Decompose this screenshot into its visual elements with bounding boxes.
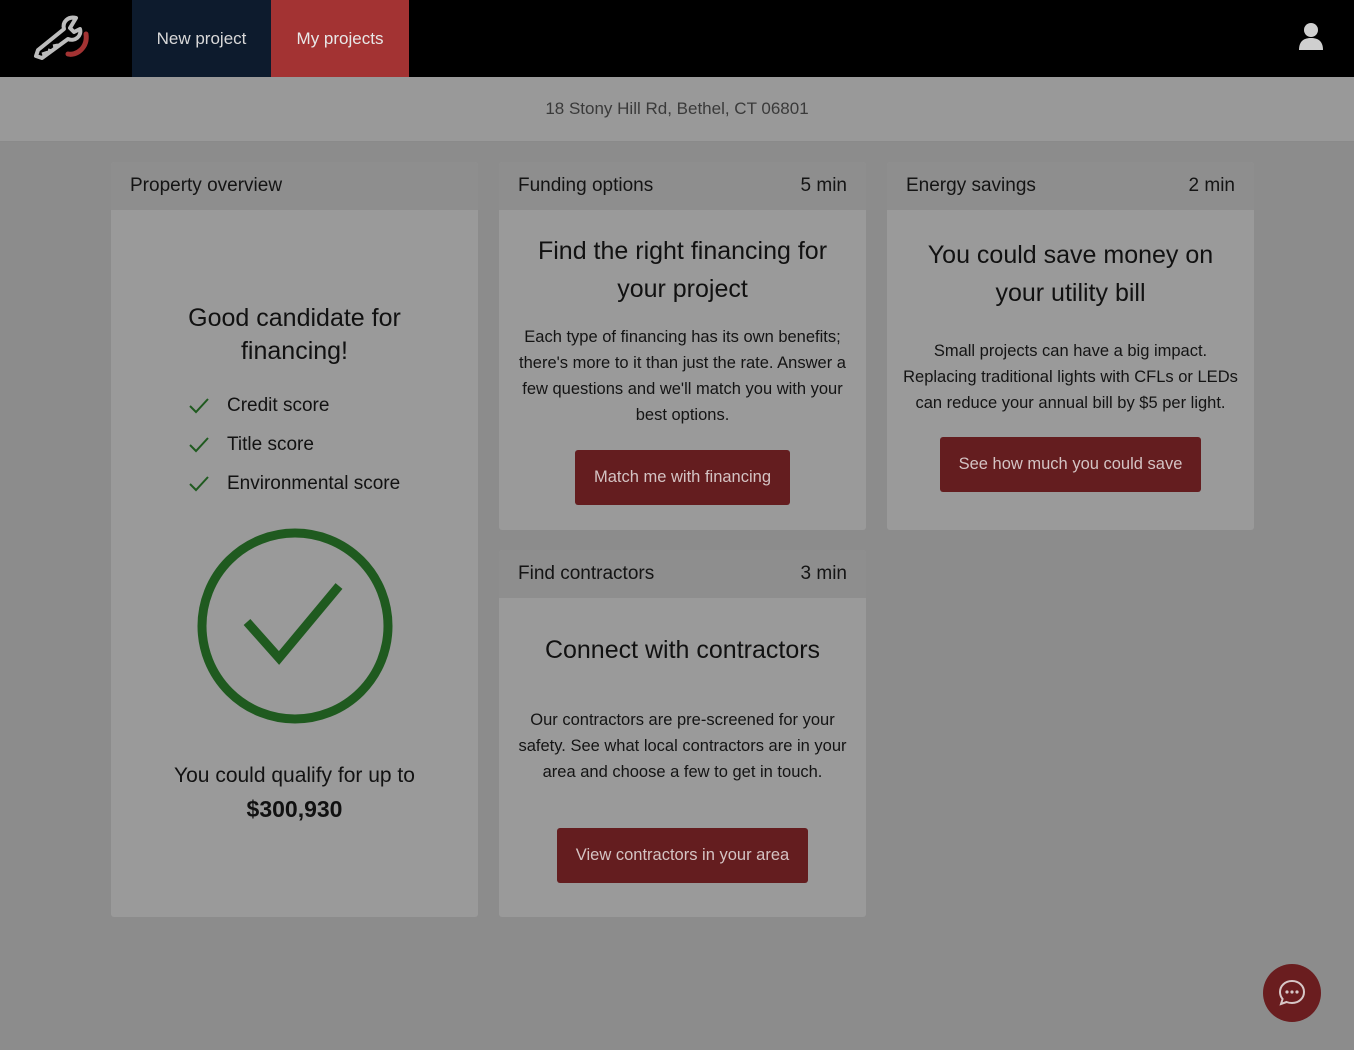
card-header: Property overview — [111, 162, 478, 210]
address-bar: 18 Stony Hill Rd, Bethel, CT 06801 — [0, 77, 1354, 142]
card-body: Find the right financing for your projec… — [499, 232, 866, 505]
checkmark-icon — [189, 475, 209, 491]
list-item: Title score — [189, 425, 478, 464]
tab-new-project[interactable]: New project — [132, 0, 271, 77]
card-header: Find contractors 3 min — [499, 550, 866, 598]
match-financing-button[interactable]: Match me with financing — [575, 450, 790, 505]
list-item: Environmental score — [189, 464, 478, 503]
property-headline: Good candidate for financing! — [188, 304, 401, 365]
funding-description: Each type of financing has its own benef… — [519, 328, 846, 424]
time-estimate: 2 min — [1188, 175, 1235, 196]
find-contractors-card: Find contractors 3 min Connect with cont… — [499, 550, 866, 917]
energy-headline: You could save money on your utility bil… — [927, 241, 1214, 307]
checkmark-icon — [189, 436, 209, 452]
card-body: You could save money on your utility bil… — [887, 236, 1254, 492]
list-item: Credit score — [189, 386, 478, 425]
funding-options-card: Funding options 5 min Find the right fin… — [499, 162, 866, 530]
card-title: Property overview — [130, 175, 283, 196]
user-icon[interactable] — [1298, 22, 1324, 50]
contractors-description: Our contractors are pre-screened for you… — [518, 711, 847, 781]
time-estimate: 3 min — [800, 563, 847, 584]
view-contractors-button[interactable]: View contractors in your area — [556, 828, 809, 883]
card-title: Funding options — [518, 175, 654, 196]
wrench-logo-icon[interactable] — [0, 0, 132, 77]
card-header: Funding options 5 min — [499, 162, 866, 210]
check-label: Title score — [227, 433, 314, 455]
card-title: Find contractors — [518, 563, 655, 584]
energy-description: Small projects can have a big impact. Re… — [903, 342, 1238, 412]
check-label: Credit score — [227, 394, 330, 416]
property-overview-card: Property overview Good candidate for fin… — [111, 162, 478, 917]
see-savings-button[interactable]: See how much you could save — [939, 437, 1202, 492]
chat-bubble-icon[interactable] — [1263, 964, 1321, 1022]
energy-savings-card: Energy savings 2 min You could save mone… — [887, 162, 1254, 530]
top-nav-bar: New project My projects — [0, 0, 1354, 77]
check-label: Environmental score — [227, 472, 401, 494]
card-body: Good candidate for financing! Credit sco… — [111, 302, 478, 823]
checkmark-icon — [189, 397, 209, 413]
tab-my-projects[interactable]: My projects — [271, 0, 409, 77]
qualify-amount: $300,930 — [246, 796, 343, 822]
contractors-headline: Connect with contractors — [544, 636, 821, 664]
card-header: Energy savings 2 min — [887, 162, 1254, 210]
card-body: Connect with contractors Our contractors… — [499, 631, 866, 883]
card-title: Energy savings — [906, 175, 1036, 196]
tab-my-projects-label: My projects — [296, 28, 384, 48]
qualify-text: You could qualify for up to — [174, 764, 415, 787]
tab-new-project-label: New project — [156, 28, 247, 48]
success-circle-check-icon — [195, 526, 395, 726]
funding-headline: Find the right financing for your projec… — [537, 237, 828, 303]
property-address: 18 Stony Hill Rd, Bethel, CT 06801 — [545, 99, 809, 118]
score-checklist: Credit score Title score Environmental s… — [189, 386, 478, 503]
time-estimate: 5 min — [800, 175, 847, 196]
